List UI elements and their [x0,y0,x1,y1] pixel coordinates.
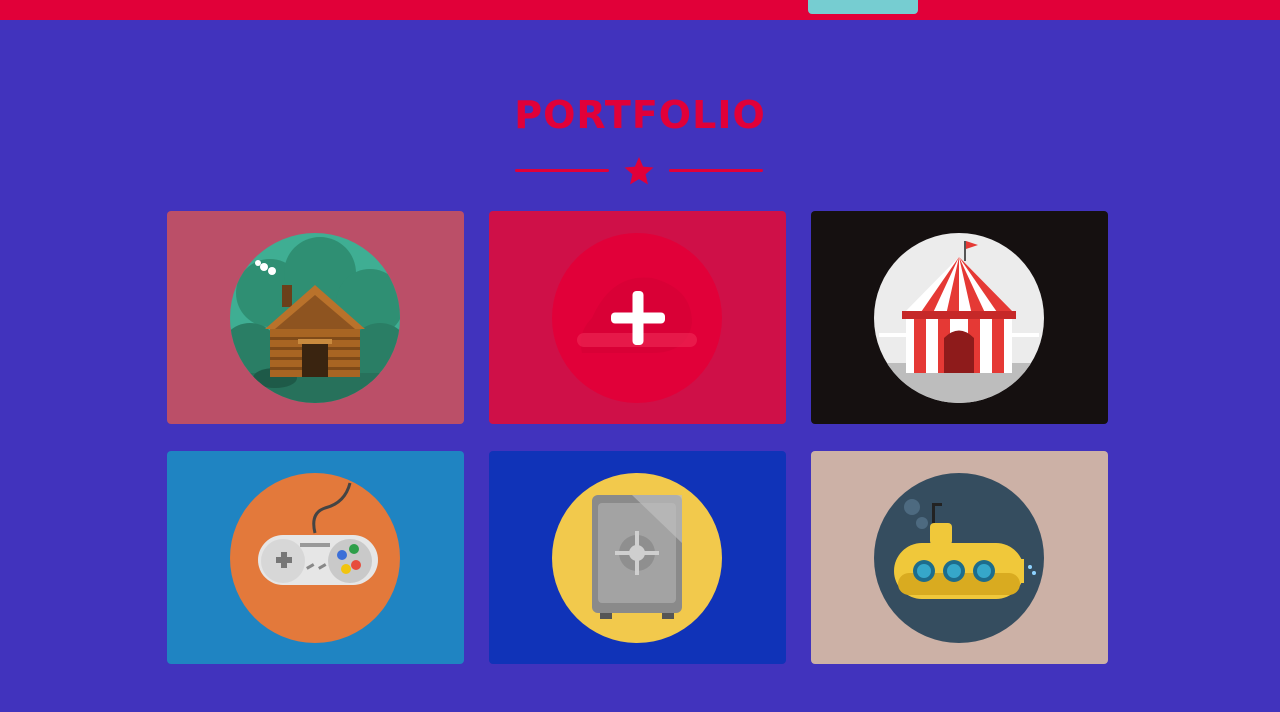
log-cabin-icon [230,233,400,403]
portfolio-item-controller[interactable] [167,451,464,664]
plus-icon[interactable] [489,211,786,424]
portfolio-section: PORTFOLIO [0,20,1280,712]
star-icon [624,157,654,185]
title-divider [515,153,763,187]
portfolio-item-hovered[interactable] [489,211,786,424]
portfolio-item-cabin[interactable] [167,211,464,424]
divider-line-right [669,169,763,172]
game-controller-icon [230,473,400,643]
portfolio-item-circus[interactable] [811,211,1108,424]
top-navigation-bar [0,0,1280,20]
divider-line-left [515,169,609,172]
circus-tent-icon [874,233,1044,403]
nav-tab-active[interactable] [808,0,918,14]
portfolio-item-safe[interactable] [489,451,786,664]
submarine-icon [874,473,1044,643]
safe-icon [552,473,722,643]
portfolio-item-submarine[interactable] [811,451,1108,664]
portfolio-title: PORTFOLIO [514,93,766,137]
